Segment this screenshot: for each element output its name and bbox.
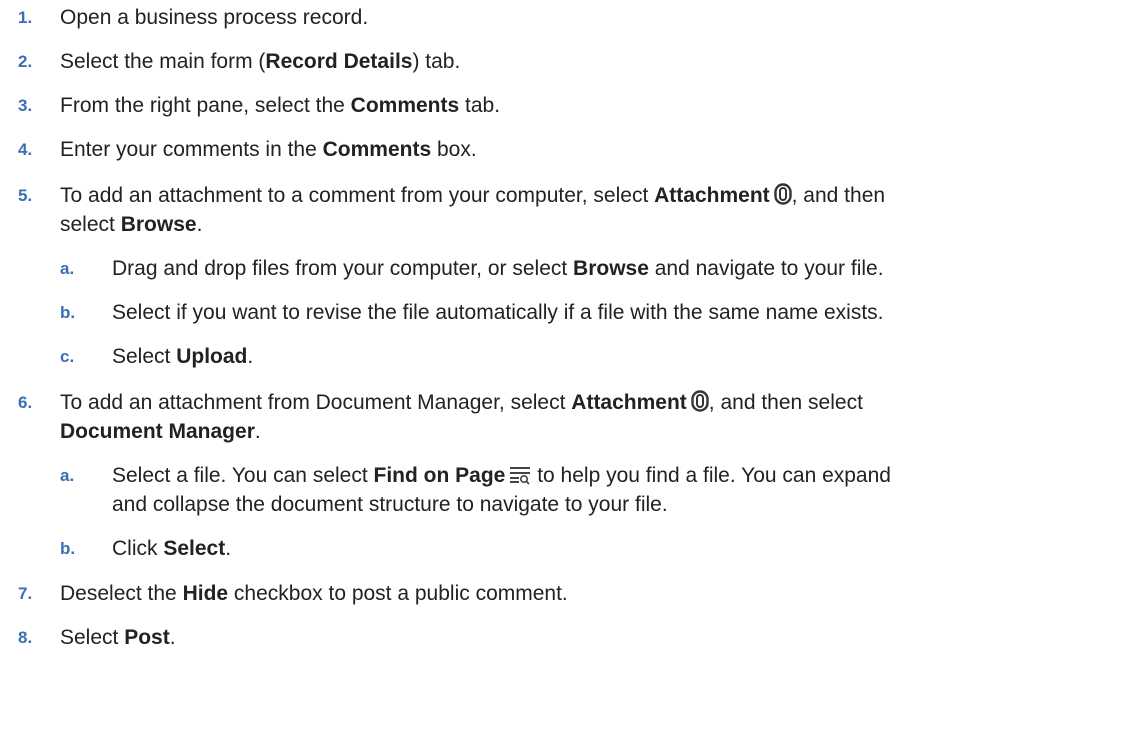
step-text-part: .: [254, 420, 261, 443]
paperclip-icon: [773, 183, 792, 213]
step-text-part: , and then select: [708, 391, 863, 414]
substep-text: and collapse the document structure to n…: [112, 493, 668, 516]
find-on-page-icon: [509, 464, 531, 493]
step-number: 5.: [18, 186, 33, 205]
step-text-part: Select: [112, 345, 177, 368]
step-number: 1.: [18, 8, 33, 27]
step-text-part: Select the main form (: [60, 50, 266, 73]
ui-term: Document Manager: [60, 420, 255, 443]
step-number: 4.: [18, 140, 33, 159]
step-text-part: checkbox to post a public comment.: [228, 582, 568, 605]
substep-text: Select if you want to revise the file au…: [112, 301, 884, 324]
step-number: 7.: [18, 584, 33, 603]
step-text: Deselect the Hide checkbox to post a pub…: [60, 579, 1110, 608]
step-text: To add an attachment to a comment from y…: [60, 181, 1110, 213]
substep-letter: a.: [60, 466, 75, 485]
step-text: Select Post.: [60, 623, 1110, 652]
substep-letter: b.: [60, 539, 76, 558]
step-number: 6.: [18, 393, 33, 412]
step-text-part: Click: [112, 537, 164, 560]
ui-term: Attachment: [571, 391, 687, 414]
step-text: Open a business process record.: [60, 3, 1110, 32]
step-text: Select the main form (Record Details) ta…: [60, 47, 1110, 76]
step-text-part: Open a business process record.: [60, 6, 369, 29]
step-text-part: tab.: [459, 94, 501, 117]
step-text-part: box.: [431, 138, 477, 161]
ui-term: Record Details: [265, 50, 413, 73]
ui-term: Hide: [182, 582, 229, 605]
step-text-part: Enter your comments in the: [60, 138, 323, 161]
step-number: 8.: [18, 628, 33, 647]
paperclip-icon: [691, 390, 709, 420]
step-text-part: Select: [60, 626, 125, 649]
ui-term: Comments: [350, 94, 460, 117]
step-text: select Browse.: [60, 210, 1110, 239]
step-text-part: .: [169, 626, 176, 649]
ui-term: Find on Page: [373, 464, 506, 487]
step-text: Document Manager.: [60, 417, 1110, 446]
step-text-part: select: [60, 213, 121, 236]
step-number: 2.: [18, 52, 33, 71]
ui-term: Attachment: [654, 184, 770, 207]
step-text-part: ) tab.: [412, 50, 461, 73]
substep-text: Select Upload.: [112, 342, 1112, 371]
step-text: To add an attachment from Document Manag…: [60, 388, 1110, 420]
ui-term: Post: [124, 626, 170, 649]
substep-text: Select a file. You can select Find on Pa…: [112, 461, 1112, 493]
step-text: Enter your comments in the Comments box.: [60, 135, 1110, 164]
substep-letter: a.: [60, 259, 75, 278]
ui-term: Upload: [176, 345, 248, 368]
step-number: 3.: [18, 96, 33, 115]
step-text-part: and navigate to your file.: [648, 257, 884, 280]
substep-letter: c.: [60, 347, 75, 366]
ui-term: Comments: [322, 138, 432, 161]
step-text-part: Deselect the: [60, 582, 183, 605]
ui-term: Browse: [573, 257, 649, 280]
step-text-part: , and then: [791, 184, 886, 207]
step-text-part: Select a file. You can select: [112, 464, 374, 487]
step-text: From the right pane, select the Comments…: [60, 91, 1110, 120]
step-text-part: .: [247, 345, 254, 368]
substep-text: Click Select.: [112, 534, 1112, 563]
step-text-part: to help you find a file. You can expand: [531, 464, 891, 487]
step-text-part: From the right pane, select the: [60, 94, 351, 117]
step-text-part: To add an attachment to a comment from y…: [60, 184, 655, 207]
ui-term: Browse: [120, 213, 197, 236]
step-text-part: Drag and drop files from your computer, …: [112, 257, 574, 280]
step-text-part: To add an attachment from Document Manag…: [60, 391, 572, 414]
substep-letter: b.: [60, 303, 76, 322]
ui-term: Select: [163, 537, 226, 560]
step-text-part: .: [225, 537, 232, 560]
substep-text: Drag and drop files from your computer, …: [112, 254, 1112, 283]
step-text-part: .: [196, 213, 203, 236]
